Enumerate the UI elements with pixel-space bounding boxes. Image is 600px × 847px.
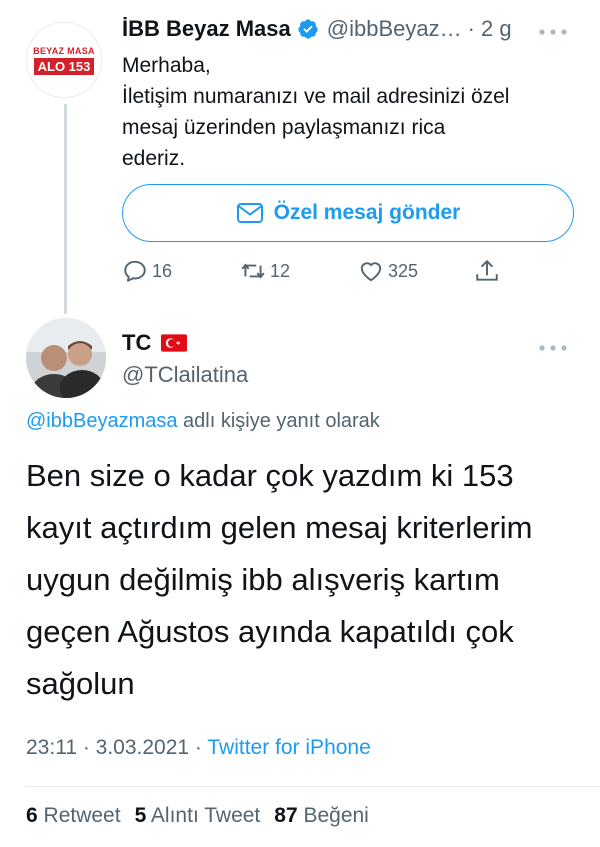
more-icon[interactable] — [538, 28, 568, 36]
turkey-flag-icon — [161, 334, 188, 352]
main-text-line: Ben size o kadar çok yazdım ki 153 — [26, 458, 514, 493]
avatar-photo — [26, 318, 106, 398]
reply-text-line: Merhaba, — [122, 54, 211, 77]
tc-avatar[interactable] — [26, 318, 106, 398]
tweet-meta: 23:11 · 3.03.2021 · Twitter for iPhone — [26, 736, 371, 760]
replying-to-mention[interactable]: @ibbBeyazmasa — [26, 410, 177, 432]
likes-stat[interactable]: 87 Beğeni — [274, 804, 369, 827]
tweet-source-link[interactable]: Twitter for iPhone — [207, 736, 370, 759]
share-icon — [476, 259, 498, 281]
reply-text-line: İletişim numaranızı ve mail adresinizi ö… — [122, 85, 510, 108]
retweet-icon — [241, 263, 265, 279]
reply-action[interactable]: 16 — [122, 256, 172, 286]
reply-author-name[interactable]: İBB Beyaz Masa — [122, 16, 291, 42]
avatar-logo-bottom-text: ALO 153 — [33, 57, 95, 75]
main-text-line: uygun değilmiş ibb alışveriş kartım — [26, 562, 500, 597]
main-text-line: kayıt açtırdım gelen mesaj kriterlerim — [26, 510, 533, 545]
reply-text-line: mesaj üzerinden paylaşmanızı rica — [122, 116, 446, 139]
quotes-stat[interactable]: 5 Alıntı Tweet — [135, 804, 261, 827]
send-dm-button[interactable]: Özel mesaj gönder — [122, 184, 574, 242]
avatar-logo-top-text: BEYAZ MASA — [33, 45, 95, 56]
main-text-line: sağolun — [26, 666, 135, 701]
main-tweet-text: Ben size o kadar çok yazdım ki 153 kayıt… — [26, 450, 574, 710]
reply-author-handle[interactable]: @ibbBeyaz… — [327, 16, 462, 42]
replying-to-suffix: adlı kişiye yanıt olarak — [177, 410, 380, 432]
more-icon[interactable] — [538, 344, 568, 352]
reply-tweet-time[interactable]: · 2 g — [468, 16, 512, 42]
main-author-handle[interactable]: @TClailatina — [122, 362, 248, 388]
retweets-stat-label: Retweet — [37, 804, 121, 827]
likes-stat-count: 87 — [274, 804, 298, 827]
main-tweet-author: TC — [122, 330, 188, 356]
retweets-stat-count: 6 — [26, 804, 38, 827]
retweets-stat[interactable]: 6 Retweet — [26, 804, 121, 827]
reply-count: 16 — [152, 260, 173, 281]
like-icon — [360, 262, 382, 282]
thread-connector-line — [64, 104, 67, 314]
mail-icon — [236, 203, 263, 223]
divider — [26, 786, 600, 787]
replying-to: @ibbBeyazmasa adlı kişiye yanıt olarak — [26, 410, 380, 433]
verified-badge-icon — [298, 19, 318, 39]
like-count: 325 — [388, 260, 419, 281]
tweet-timestamp: 23:11 · 3.03.2021 · — [26, 736, 208, 759]
quotes-stat-count: 5 — [134, 804, 147, 827]
main-text-line: geçen Ağustos ayında kapatıldı çok — [26, 614, 514, 649]
send-dm-label: Özel mesaj gönder — [273, 201, 461, 224]
like-action[interactable]: 325 — [358, 256, 418, 286]
quotes-stat-label: Alıntı Tweet — [146, 804, 261, 827]
ibb-avatar[interactable]: BEYAZ MASA ALO 153 — [26, 22, 102, 98]
likes-stat-label: Beğeni — [297, 804, 369, 827]
reply-tweet-text: Merhaba, İletişim numaranızı ve mail adr… — [122, 50, 582, 174]
reply-icon — [124, 260, 146, 282]
main-author-name[interactable]: TC — [122, 330, 151, 356]
share-action[interactable] — [474, 256, 504, 286]
reply-tweet-header: İBB Beyaz Masa @ibbBeyaz… · 2 g — [122, 14, 512, 44]
retweet-action[interactable]: 12 — [240, 256, 290, 286]
reply-text-line: ederiz. — [122, 147, 186, 170]
tweet-stats: 6 Retweet 5 Alıntı Tweet 87 Beğeni — [26, 804, 369, 828]
retweet-count: 12 — [270, 260, 291, 281]
